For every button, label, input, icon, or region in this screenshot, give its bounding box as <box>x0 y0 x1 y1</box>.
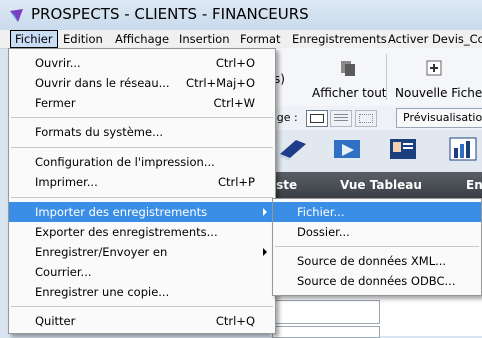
submenu-item-label: Fichier... <box>297 205 345 219</box>
menu-item-label: Ouvrir dans le réseau... <box>35 76 170 90</box>
menu-item-save-send-as[interactable]: Enregistrer/Envoyer en <box>9 242 275 262</box>
list-view-button[interactable] <box>330 110 352 127</box>
contact-card-icon[interactable] <box>388 136 418 162</box>
submenu-item-label: Dossier... <box>297 225 350 239</box>
menu-separator <box>11 197 273 198</box>
menu-item-shortcut: Ctrl+Q <box>215 314 255 328</box>
menu-item-shortcut: Ctrl+O <box>215 56 255 70</box>
table-view-tab[interactable]: Vue Tableau <box>340 178 422 192</box>
menu-format[interactable]: Format <box>236 31 285 47</box>
menu-item-label: Enregistrer/Envoyer en <box>35 245 168 259</box>
pages-icon <box>341 61 355 76</box>
title-bar: PROSPECTS - CLIENTS - FINANCEURS <box>0 0 482 31</box>
menu-activer-devis[interactable]: Activer Devis_Co <box>384 31 482 47</box>
plus-icon <box>426 60 442 76</box>
bar-chart-icon[interactable] <box>448 136 478 162</box>
app-icon <box>10 9 23 22</box>
menu-item-shortcut: Ctrl+P <box>217 175 255 189</box>
view-tab-bar: iste Vue Tableau En <box>270 172 482 198</box>
submenu-arrow-icon <box>263 248 267 256</box>
right-tab-partial[interactable]: En <box>466 178 482 192</box>
table-view-button[interactable] <box>355 110 377 127</box>
menu-separator <box>11 117 273 118</box>
submenu-item-folder[interactable]: Dossier... <box>273 222 481 242</box>
menu-fichier[interactable]: Fichier <box>10 30 58 48</box>
menu-separator <box>11 306 273 307</box>
menu-insertion[interactable]: Insertion <box>175 31 234 47</box>
menu-item-system-formats[interactable]: Formats du système... <box>9 122 275 142</box>
menu-item-label: Imprimer... <box>35 175 98 189</box>
menu-item-mail[interactable]: Courrier... <box>9 262 275 282</box>
submenu-arrow-icon <box>263 208 267 216</box>
menu-item-label: Courrier... <box>35 265 92 279</box>
menu-item-close[interactable]: Fermer Ctrl+W <box>9 93 275 113</box>
preview-button[interactable]: Prévisualisation <box>396 108 482 128</box>
record-field[interactable] <box>272 300 380 324</box>
menu-item-label: Quitter <box>35 314 76 328</box>
submenu-item-xml-source[interactable]: Source de données XML... <box>273 251 481 271</box>
menu-item-print-setup[interactable]: Configuration de l'impression... <box>9 152 275 172</box>
menu-item-quit[interactable]: Quitter Ctrl+Q <box>9 311 275 331</box>
menu-item-open-network[interactable]: Ouvrir dans le réseau... Ctrl+Maj+O <box>9 73 275 93</box>
show-all-label: Afficher tout <box>312 86 387 100</box>
menu-item-print[interactable]: Imprimer... Ctrl+P <box>9 172 275 192</box>
window-title: PROSPECTS - CLIENTS - FINANCEURS <box>31 5 309 23</box>
new-record-button[interactable]: Nouvelle Fiche <box>392 48 482 106</box>
menu-item-shortcut: Ctrl+Maj+O <box>186 76 255 90</box>
menu-separator <box>275 246 479 247</box>
menu-item-shortcut: Ctrl+W <box>213 96 255 110</box>
menu-item-label: Exporter des enregistrements... <box>35 225 218 239</box>
menu-item-import-records[interactable]: Importer des enregistrements <box>9 202 275 222</box>
menu-item-save-copy[interactable]: Enregistrer une copie... <box>9 282 275 302</box>
menu-affichage[interactable]: Affichage <box>111 31 173 47</box>
toolbar: s) Afficher tout Nouvelle Fiche <box>270 48 482 107</box>
form-view-button[interactable] <box>306 110 328 127</box>
toolbar-separator <box>386 54 387 100</box>
menu-item-label: Enregistrer une copie... <box>35 285 170 299</box>
submenu-item-label: Source de données ODBC... <box>297 274 456 288</box>
record-field[interactable] <box>272 326 380 338</box>
menu-bar: Fichier Edition Affichage Insertion Form… <box>0 30 482 49</box>
show-all-button[interactable]: Afficher tout <box>308 48 388 106</box>
menu-item-label: Ouvrir... <box>35 56 81 70</box>
arrow-folder-icon[interactable] <box>332 136 362 162</box>
new-record-label: Nouvelle Fiche <box>395 86 482 100</box>
menu-item-label: Formats du système... <box>35 125 164 139</box>
submenu-item-label: Source de données XML... <box>297 254 447 268</box>
menu-enregistrements[interactable]: Enregistrements <box>288 31 391 47</box>
menu-item-label: Configuration de l'impression... <box>35 155 215 169</box>
layout-bar: age : Prévisualisation <box>270 106 482 131</box>
menu-item-open[interactable]: Ouvrir... Ctrl+O <box>9 53 275 73</box>
book-icon[interactable] <box>278 136 308 162</box>
menu-item-label: Fermer <box>35 96 76 110</box>
import-submenu: Fichier... Dossier... Source de données … <box>272 198 482 296</box>
menu-item-export-records[interactable]: Exporter des enregistrements... <box>9 222 275 242</box>
menu-item-label: Importer des enregistrements <box>35 205 208 219</box>
menu-edition[interactable]: Edition <box>59 31 107 47</box>
submenu-item-odbc-source[interactable]: Source de données ODBC... <box>273 271 481 291</box>
submenu-item-file[interactable]: Fichier... <box>273 202 481 222</box>
menu-separator <box>11 147 273 148</box>
file-menu-dropdown: Ouvrir... Ctrl+O Ouvrir dans le réseau..… <box>8 48 276 334</box>
